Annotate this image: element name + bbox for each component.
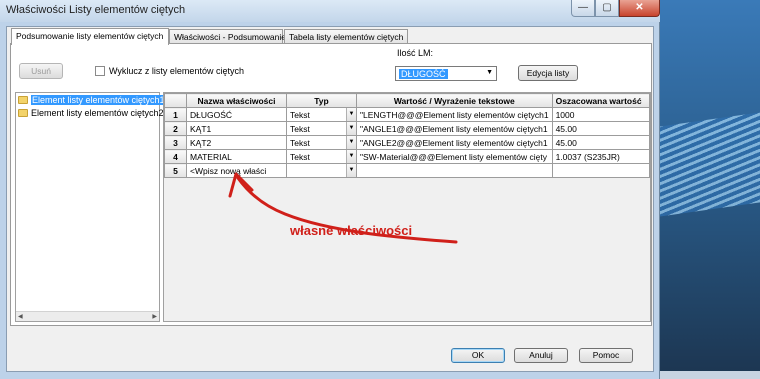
annotation-text: własne właściwości bbox=[290, 223, 413, 238]
tab-cutlist-summary[interactable]: Podsumowanie listy elementów ciętych bbox=[11, 28, 169, 45]
annotation-arrow bbox=[228, 172, 458, 244]
